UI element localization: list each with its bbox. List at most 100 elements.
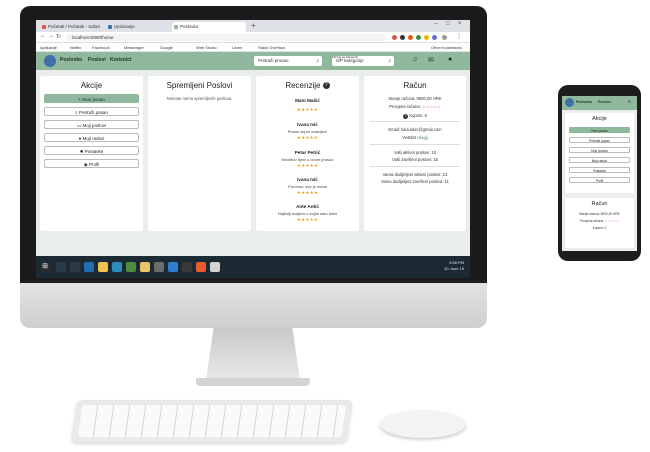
user-icon[interactable]: ● xyxy=(448,56,452,63)
maximize-icon[interactable]: □ xyxy=(446,21,450,27)
assigned-active-count: Vama dodijeljeni aktivni poslovi: 13 xyxy=(382,172,448,177)
url-input[interactable]: localhost:8080/home xyxy=(66,34,386,41)
search-icon[interactable]: ⌕ xyxy=(388,56,391,66)
new-tab-icon[interactable]: + xyxy=(251,21,256,30)
profile-button[interactable]: ◉ Profil xyxy=(44,159,139,168)
search-icon[interactable]: ⌕ xyxy=(316,56,319,66)
phone-my-works-button[interactable]: Moji radovi xyxy=(569,157,630,163)
phone-brand[interactable]: Poslovko xyxy=(576,100,592,104)
extension-icon[interactable] xyxy=(416,35,421,40)
category-filter-select[interactable]: Filtriraj po kategoriji IZP kategorije ⌕ xyxy=(332,55,394,66)
keyboard-keys xyxy=(77,405,347,437)
bookmark[interactable]: Netflix xyxy=(70,45,81,50)
job-search-input[interactable]: Pretraži prosao ⌕ xyxy=(254,56,322,66)
bookmark[interactable]: Learn xyxy=(232,45,242,50)
divider xyxy=(370,166,460,167)
button-label: Moji poslovi xyxy=(82,123,107,128)
browser-tab[interactable]: Početak / Početak - Safari xyxy=(40,22,102,32)
mail-icon[interactable]: ✉ xyxy=(428,56,434,64)
extension-icon[interactable] xyxy=(400,35,405,40)
review-author: Mato Mašić xyxy=(295,98,320,103)
windows-start-icon[interactable]: ⊞ xyxy=(40,262,50,272)
phone-settings-button[interactable]: Postavke xyxy=(569,167,630,173)
phone-akcije-card: Akcije Novi posao Pretraži posao Moji po… xyxy=(565,113,634,193)
bookmarks-bar: Aplikacije Netflix Facebook Messenger Go… xyxy=(36,43,470,52)
phone-profile-button[interactable]: Profil xyxy=(569,177,630,183)
review-text: Posao super obavljen! xyxy=(287,129,328,134)
browser-tab[interactable]: Upisivanje xyxy=(106,22,168,32)
taskbar-clock[interactable]: 4:58 PM 20 June 19 xyxy=(444,260,464,272)
app-icon[interactable] xyxy=(126,262,136,272)
bell-icon[interactable]: ♫ xyxy=(412,56,417,63)
reviews-title-text: Recenzije xyxy=(285,81,321,90)
search-job-button[interactable]: ⌕ Pretraži posao xyxy=(44,107,139,116)
extension-icon[interactable] xyxy=(432,35,437,40)
forward-icon[interactable]: → xyxy=(48,33,54,39)
new-job-button[interactable]: + Novi posao xyxy=(44,94,139,103)
saved-jobs-empty-text: Nemate nema spremljenih poslova. xyxy=(166,96,233,101)
minimize-icon[interactable]: – xyxy=(434,21,437,27)
bookmark[interactable]: Messenger xyxy=(124,45,144,50)
nav-link-poslovi[interactable]: Poslovi xyxy=(88,57,106,63)
bookmark[interactable]: Web Studio xyxy=(196,45,217,50)
review-text: Najbolji majstor u kojim sam bolio xyxy=(277,211,338,216)
settings-button[interactable]: ✹ Postavke xyxy=(44,146,139,155)
phone-nav-poslovi[interactable]: Poslovi xyxy=(598,100,611,104)
help-icon[interactable]: ? xyxy=(322,82,330,90)
browser-tab-bar: Početak / Početak - Safari Upisivanje Po… xyxy=(36,20,470,32)
reload-icon[interactable]: ↻ xyxy=(56,33,61,40)
browser-address-bar: ← → ↻ localhost:8080/home ⋮ xyxy=(36,32,470,43)
firefox-icon[interactable] xyxy=(196,262,206,272)
search-icon: ⌕ xyxy=(75,110,78,115)
imac-stand xyxy=(206,328,300,380)
account-rating: Procjena računa: ☆☆☆☆☆ xyxy=(364,104,466,109)
app-icon[interactable] xyxy=(210,262,220,272)
account-status: Vestitet Ulogij xyxy=(364,135,466,140)
chrome-icon[interactable] xyxy=(140,262,150,272)
phone-device: Poslovko Poslovi ≡ Akcije Novi posao Pre… xyxy=(558,85,641,261)
task-view-icon[interactable] xyxy=(70,262,80,272)
akcije-card: Akcije + Novi posao ⌕ Pretraži posao ▭ M… xyxy=(40,76,143,231)
brand-link[interactable]: Poslovko xyxy=(60,57,82,63)
search-icon[interactable] xyxy=(56,262,66,272)
my-works-button[interactable]: ● Moji radovi xyxy=(44,133,139,142)
terminal-icon[interactable] xyxy=(182,262,192,272)
store-icon[interactable] xyxy=(112,262,122,272)
bookmark[interactable]: Other bookmarks xyxy=(431,45,462,50)
app-icon[interactable] xyxy=(154,262,164,272)
my-jobs-button[interactable]: ▭ Moji poslovi xyxy=(44,120,139,129)
app-logo-icon[interactable] xyxy=(565,98,574,107)
profile-avatar-icon[interactable] xyxy=(442,35,447,40)
phone-search-job-button[interactable]: Pretraži posao xyxy=(569,137,630,143)
browser-tab-active[interactable]: Poslovko xyxy=(172,22,246,32)
extension-icon[interactable] xyxy=(408,35,413,40)
nav-link-korisnici[interactable]: Korisnici xyxy=(110,57,131,63)
review-author: Ivana Ivić xyxy=(297,177,318,182)
extension-icon[interactable] xyxy=(424,35,429,40)
bookmark[interactable]: Aplikacije xyxy=(40,45,57,50)
status-value[interactable]: Ulogij xyxy=(417,135,427,140)
help-icon[interactable]: ? xyxy=(403,114,409,119)
browser-menu-icon[interactable]: ⋮ xyxy=(456,33,462,40)
account-card: Račun Stanje računa: 9000,00 HRK Procjen… xyxy=(364,76,466,231)
desktop-screen: Početak / Početak - Safari Upisivanje Po… xyxy=(36,20,470,278)
coupons-text: Kuponi: 0 xyxy=(409,113,427,118)
phone-new-job-button[interactable]: Novi posao xyxy=(569,127,630,133)
review-stars: ★★★★★ xyxy=(296,135,319,140)
vscode-icon[interactable] xyxy=(168,262,178,272)
bookmark[interactable]: Stack Overflow xyxy=(258,45,285,50)
hamburger-menu-icon[interactable]: ≡ xyxy=(628,99,631,105)
extension-icon[interactable] xyxy=(392,35,397,40)
edge-icon[interactable] xyxy=(84,262,94,272)
tab-label: Upisivanje xyxy=(114,24,135,29)
bookmark[interactable]: Google xyxy=(160,45,173,50)
folder-icon[interactable] xyxy=(98,262,108,272)
status-label: Vestitet xyxy=(402,135,417,140)
button-label: Profil xyxy=(88,162,100,167)
bookmark[interactable]: Facebook xyxy=(92,45,110,50)
imac-stand-base xyxy=(196,378,310,386)
close-icon[interactable]: × xyxy=(458,21,462,27)
app-logo-icon[interactable] xyxy=(44,55,56,67)
phone-my-jobs-button[interactable]: Moji poslovi xyxy=(569,147,630,153)
back-icon[interactable]: ← xyxy=(40,33,46,39)
